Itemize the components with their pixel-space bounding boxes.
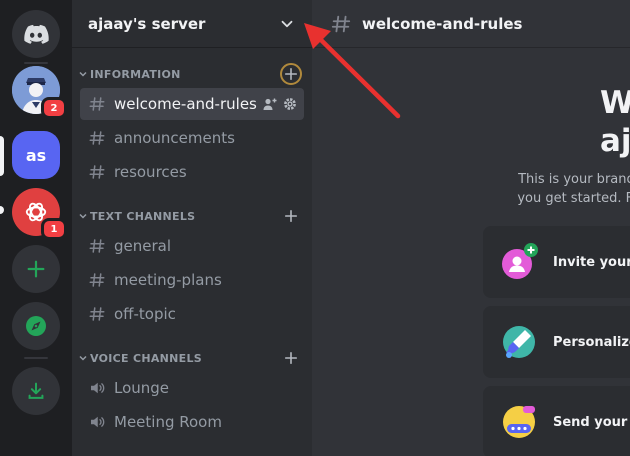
channel-lounge[interactable]: Lounge [80,372,304,404]
intro-line-2: you get started. For mo [517,191,630,206]
collapse-arrow-icon [79,213,87,219]
channel-tools [262,96,298,112]
notification-badge: 1 [41,218,67,240]
channel-meeting-room[interactable]: Meeting Room [80,406,304,438]
plus-icon [284,209,298,223]
speaker-icon [91,382,105,394]
rail-divider [24,62,48,64]
text-channel-hash-icon [89,273,105,287]
category-label: TEXT CHANNELS [90,209,196,223]
welcome-heading: We aja [600,84,630,160]
personalize-brush-icon [503,326,535,358]
channel-label: resources [114,163,187,181]
unread-indicator [0,206,4,214]
channel-label: Lounge [114,379,170,397]
channel-header: welcome-and-rules [312,0,630,48]
channel-meeting-plans[interactable]: meeting-plans [80,264,304,296]
server-rail: 2 as 1 [0,0,72,456]
add-server-icon [27,260,45,278]
rail-divider [24,357,48,359]
channel-label: general [114,237,172,255]
main-content: welcome-and-rules We aja This is your br… [312,0,630,456]
category-voice-channels[interactable]: VOICE CHANNELS [72,348,312,368]
add-server-button[interactable] [12,245,60,293]
gear-icon[interactable] [282,96,298,112]
create-channel-button[interactable] [280,347,302,369]
welcome-heading-line-2: aja [600,123,630,159]
invite-friends-card[interactable]: Invite your fr [483,226,630,298]
notification-badge: 2 [41,97,67,119]
send-message-card[interactable]: Send your fir [483,386,630,456]
channel-welcome-and-rules[interactable]: welcome-and-rules [80,88,304,120]
invite-member-icon[interactable] [262,96,278,112]
collapse-arrow-icon [79,355,87,361]
selected-server-indicator [0,136,4,176]
collapse-arrow-icon [79,71,87,77]
card-label: Send your fir [553,414,630,430]
download-apps-button[interactable] [12,367,60,415]
category-information[interactable]: INFORMATION [72,63,312,85]
home-button[interactable] [12,10,60,58]
channel-announcements[interactable]: announcements [80,122,304,154]
card-label: Invite your fr [553,254,630,270]
welcome-intro: This is your brand new, you get started.… [494,170,630,208]
server-header[interactable]: ajaay's server [72,0,312,48]
plus-icon [284,351,298,365]
channel-general[interactable]: general [80,230,304,262]
channel-label: off-topic [114,305,176,323]
explore-compass-icon [26,316,46,336]
text-channel-hash-icon [89,165,105,179]
chevron-down-icon[interactable] [278,15,296,33]
personalize-card[interactable]: Personalize y [483,306,630,378]
text-channel-hash-icon [89,97,105,111]
channel-label: announcements [114,129,235,147]
discord-home-icon [24,24,49,44]
channel-title: welcome-and-rules [362,14,523,33]
explore-servers-button[interactable] [12,302,60,350]
send-message-icon [503,406,535,438]
text-channel-hash-icon [89,307,105,321]
server-as[interactable]: as [12,131,60,179]
welcome-heading-line-1: We [600,85,630,121]
text-channel-hash-icon [89,131,105,145]
discord-app: 2 as 1 ajaay's server INFORMATION welcom… [0,0,630,456]
speaker-icon [91,416,105,428]
category-label: INFORMATION [90,67,181,81]
text-channel-hash-icon [331,15,351,32]
channel-resources[interactable]: resources [80,156,304,188]
intro-line-1: This is your brand new, [518,172,630,187]
channel-sidebar: ajaay's server INFORMATION welcome-and-r… [72,0,312,456]
create-channel-button[interactable] [280,63,302,85]
server-name: ajaay's server [88,14,206,33]
channel-label: meeting-plans [114,271,222,289]
channel-label: welcome-and-rules [114,95,257,113]
create-channel-button[interactable] [280,205,302,227]
invite-friends-icon [502,243,538,279]
plus-icon [284,67,298,81]
download-icon [28,382,44,399]
channel-label: Meeting Room [114,413,222,431]
category-label: VOICE CHANNELS [90,351,203,365]
category-text-channels[interactable]: TEXT CHANNELS [72,206,312,226]
text-channel-hash-icon [89,239,105,253]
card-label: Personalize y [553,334,630,350]
channel-off-topic[interactable]: off-topic [80,298,304,330]
